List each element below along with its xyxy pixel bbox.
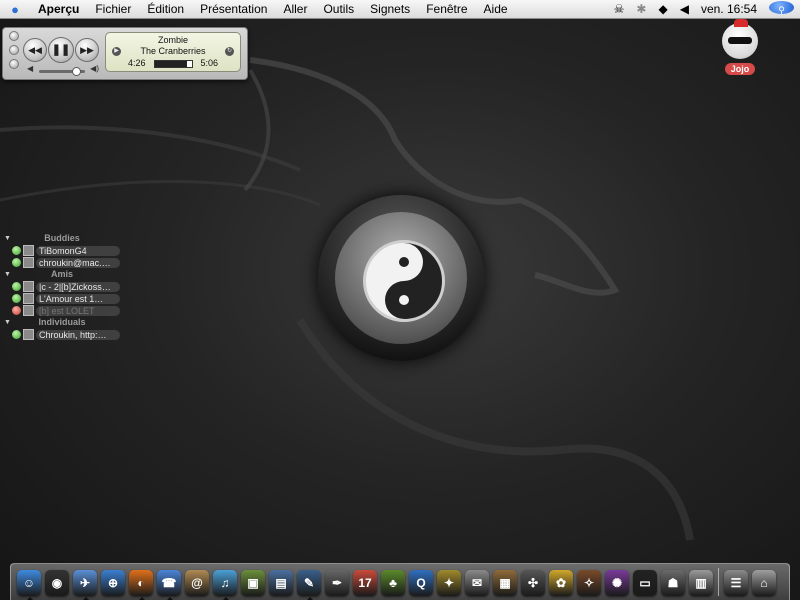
progress-bar[interactable]	[154, 60, 193, 68]
disclosure-triangle-icon[interactable]: ▼	[4, 269, 11, 280]
system-preferences-icon[interactable]: ☗	[661, 570, 685, 596]
dock-separator	[718, 568, 719, 596]
buddy-icon	[23, 257, 34, 268]
buddy-item[interactable]: |c - 2|[b]Zickoss…	[4, 281, 120, 292]
volume-knob[interactable]	[71, 67, 81, 76]
clapboard-icon[interactable]: ✦	[437, 570, 461, 596]
firefox-icon[interactable]: ◐	[129, 570, 153, 600]
buddy-icon	[23, 281, 34, 292]
status-indicator-icon	[12, 306, 21, 315]
status-indicator-icon	[12, 330, 21, 339]
safari-icon[interactable]: ⊕	[101, 570, 125, 596]
buddy-name: |c - 2|[b]Zickoss…	[36, 281, 120, 292]
minimize-window-icon[interactable]	[9, 45, 19, 55]
close-window-icon[interactable]	[9, 31, 19, 41]
preview-icon[interactable]: ✎	[297, 570, 321, 600]
username-label: Jojo	[724, 63, 756, 75]
stickies-icon[interactable]: ✿	[549, 570, 573, 596]
buddy-name: [b] est LOLET	[36, 305, 120, 316]
buddy-name: Chroukin, http:…	[36, 329, 120, 340]
buddy-group-label: Amis	[50, 269, 73, 279]
buddy-icon	[23, 305, 34, 316]
next-track-button[interactable]: ▶▶	[75, 38, 99, 62]
buddy-name: chroukin@mac.…	[36, 257, 120, 268]
pen-tool-icon[interactable]: ✒	[325, 570, 349, 596]
volume-low-icon: ◀	[27, 64, 34, 73]
status-indicator-icon	[12, 294, 21, 303]
buddy-icon	[23, 329, 34, 340]
finder-icon[interactable]: ☺	[17, 570, 41, 600]
buddy-item[interactable]: TiBomonG4	[4, 245, 120, 256]
buddy-name: L'Amour est 1…	[36, 293, 120, 304]
mail-icon[interactable]: ✈	[73, 570, 97, 600]
ical-icon[interactable]: 17	[353, 570, 377, 596]
avatar[interactable]	[722, 19, 758, 59]
zoom-window-icon[interactable]	[9, 59, 19, 69]
user-badge[interactable]: Jojo	[718, 19, 762, 77]
iphoto-icon[interactable]: ▣	[241, 570, 265, 596]
mascot-icon[interactable]: ♣	[381, 570, 405, 596]
dashboard-icon[interactable]: ◉	[45, 570, 69, 596]
disclosure-triangle-icon[interactable]: ▼	[4, 233, 11, 244]
itunes-icon[interactable]: ♫	[213, 570, 237, 600]
status-indicator-icon	[12, 246, 21, 255]
buddy-name: TiBomonG4	[36, 245, 120, 256]
now-playing-display: ▶ Zombie The Cranberries 4:26 5:06 ↻	[105, 32, 241, 72]
buddy-icon	[23, 293, 34, 304]
buddy-item[interactable]: [b] est LOLET	[4, 305, 120, 316]
aim-icon[interactable]: ✺	[605, 570, 629, 596]
terminal-icon[interactable]: ▭	[633, 570, 657, 596]
disclosure-triangle-icon[interactable]: ▼	[4, 317, 11, 328]
itunes-mini-player: ◀◀ ❚❚ ▶▶ ▶ Zombie The Cranberries 4:26 5…	[2, 27, 248, 80]
iphoto-library-icon[interactable]: ▤	[269, 570, 293, 596]
pause-button[interactable]: ❚❚	[48, 37, 74, 63]
stacks-folder-icon[interactable]: ☰	[724, 570, 748, 596]
quicktime-icon[interactable]: Q	[409, 570, 433, 596]
previous-track-button[interactable]: ◀◀	[23, 38, 47, 62]
trash-icon[interactable]: ⌂	[752, 570, 776, 596]
buddy-group-header[interactable]: ▼ Buddies	[4, 233, 120, 244]
package-icon[interactable]: ▦	[493, 570, 517, 596]
elapsed-time: 4:26	[128, 58, 146, 68]
buddy-icon	[23, 245, 34, 256]
song-artist: The Cranberries	[140, 46, 206, 56]
status-indicator-icon	[12, 282, 21, 291]
textedit-icon[interactable]: ✉	[465, 570, 489, 596]
volume-slider[interactable]: ◀ ◀)	[27, 64, 99, 76]
yin-yang-icon	[363, 240, 445, 322]
buddy-group-label: Buddies	[44, 233, 80, 243]
song-title: Zombie	[157, 35, 188, 45]
total-time: 5:06	[200, 58, 218, 68]
dock: ☺ ◉ ✈ ⊕ ◐ ☎ @ ♫ ▣ ▤ ✎ ✒ 17 ♣ Q ✦ ✉ ▦ ✣ ✿ ✧ ✺ ▭ ☗ ▥ ☰ ⌂	[10, 563, 790, 600]
snapback-icon[interactable]: ↻	[225, 47, 234, 56]
status-indicator-icon	[12, 258, 21, 267]
buddy-list: ▼ Buddies TiBomonG4 chroukin@mac.… ▼ Amis |c -…	[4, 233, 120, 341]
address-book-icon[interactable]: @	[185, 570, 209, 596]
buddy-group-header[interactable]: ▼ Amis	[4, 269, 120, 280]
tools-icon[interactable]: ✧	[577, 570, 601, 596]
buddy-item[interactable]: chroukin@mac.…	[4, 257, 120, 268]
yin-yang-emblem	[318, 195, 484, 361]
compass-icon[interactable]: ✣	[521, 570, 545, 596]
ichat-icon[interactable]: ☎	[157, 570, 181, 600]
volume-high-icon: ◀)	[90, 64, 99, 73]
printer-icon[interactable]: ▥	[689, 570, 713, 596]
buddy-group-header[interactable]: ▼ Individuals	[4, 317, 120, 328]
buddy-item[interactable]: L'Amour est 1…	[4, 293, 120, 304]
buddy-item[interactable]: Chroukin, http:…	[4, 329, 120, 340]
buddy-group-label: Individuals	[38, 317, 86, 327]
